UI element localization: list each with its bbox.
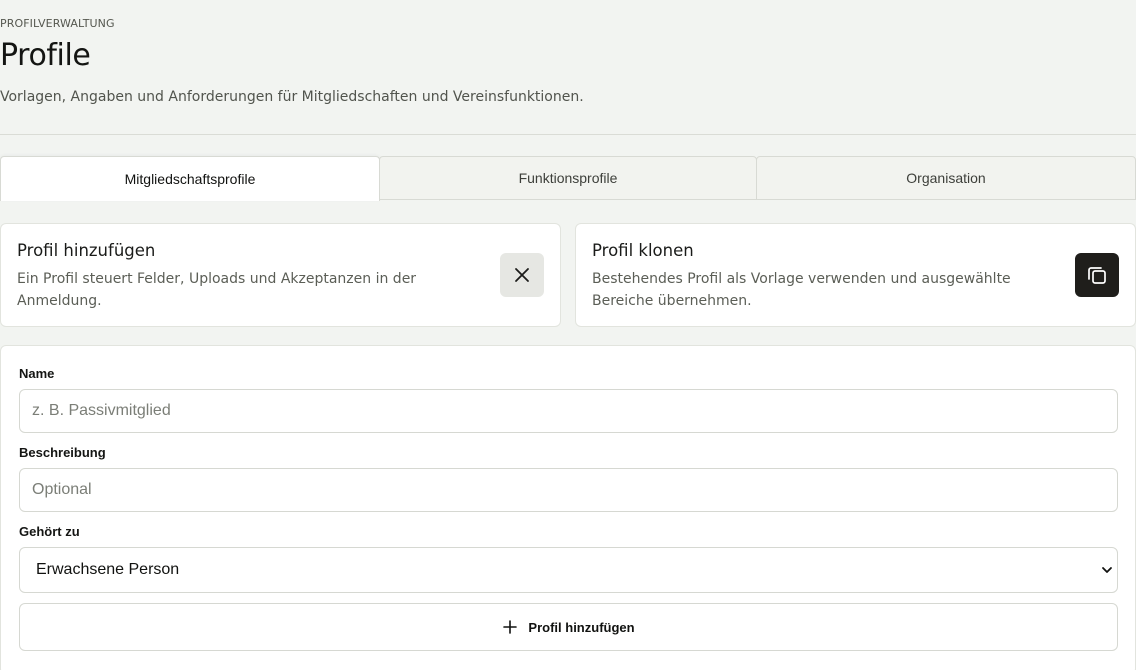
header-divider: [0, 134, 1136, 135]
clone-profile-card-title: Profil klonen: [592, 241, 694, 260]
clone-profile-button[interactable]: [1075, 253, 1119, 297]
clone-profile-card: Profil klonen Bestehendes Profil als Vor…: [575, 223, 1136, 327]
name-input[interactable]: [19, 389, 1118, 433]
close-icon: [515, 268, 529, 282]
eyebrow: PROFILVERWALTUNG: [0, 17, 115, 30]
clone-profile-card-text: Bestehendes Profil als Vorlage verwenden…: [592, 271, 1011, 309]
submit-add-profile-label: Profil hinzufügen: [528, 619, 635, 635]
close-add-profile-button[interactable]: [500, 253, 544, 297]
tab-bar: Mitgliedschaftsprofile Funktionsprofile …: [0, 156, 1136, 201]
submit-add-profile-button[interactable]: Profil hinzufügen: [19, 603, 1118, 651]
page-title: Profile: [0, 38, 91, 73]
belongs-to-label: Gehört zu: [19, 524, 80, 539]
description-input[interactable]: [19, 468, 1118, 512]
tab-funktionsprofile[interactable]: Funktionsprofile: [379, 156, 757, 200]
belongs-to-selected-value: Erwachsene Person: [36, 561, 180, 578]
plus-icon: [503, 620, 518, 634]
add-profile-form: Name Beschreibung Gehört zu Erwachsene P…: [0, 345, 1136, 670]
belongs-to-select[interactable]: Erwachsene Person: [19, 547, 1118, 593]
tab-organisation[interactable]: Organisation: [756, 156, 1136, 200]
tab-mitgliedschaftsprofile[interactable]: Mitgliedschaftsprofile: [0, 156, 380, 201]
description-label: Beschreibung: [19, 445, 106, 460]
tabs-baseline: [380, 199, 1136, 200]
add-profile-card: Profil hinzufügen Ein Profil steuert Fel…: [0, 223, 561, 327]
copy-icon: [1088, 267, 1106, 284]
add-profile-card-text: Ein Profil steuert Felder, Uploads und A…: [17, 271, 417, 309]
page-subtitle: Vorlagen, Angaben und Anforderungen für …: [0, 89, 584, 105]
chevron-down-icon: [1102, 567, 1112, 573]
add-profile-card-title: Profil hinzufügen: [17, 241, 156, 260]
name-label: Name: [19, 366, 55, 381]
